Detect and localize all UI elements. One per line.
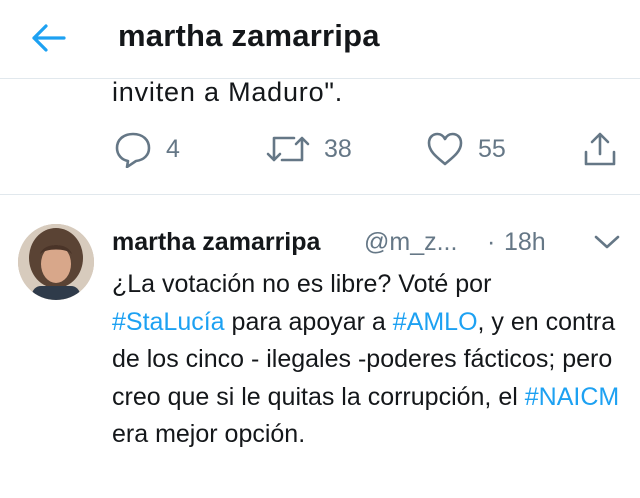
retweet-icon (266, 136, 310, 162)
hashtag-link[interactable]: #AMLO (393, 308, 478, 336)
timestamp[interactable]: 18h (504, 222, 546, 262)
tweet-text-part: para apoyar a (224, 307, 393, 336)
tweet-text-part: era mejor opción. (112, 420, 306, 448)
reply-button[interactable]: 4 (114, 126, 180, 172)
display-name[interactable]: martha zamarripa (112, 222, 320, 262)
avatar[interactable] (18, 224, 94, 300)
like-button[interactable]: 55 (426, 126, 506, 172)
username-handle[interactable]: @m_z... (364, 222, 457, 262)
tweet-header: martha zamarripa @m_z... · 18h (112, 222, 632, 262)
tweet-text-part: ¿La votación no es libre? Voté por (112, 270, 492, 298)
heart-icon (427, 132, 463, 166)
share-icon (584, 132, 616, 166)
header-bar: martha zamarripa (0, 0, 640, 79)
tweet-text: ¿La votación no es libre? Voté por #StaLu… (112, 266, 632, 454)
hashtag-link[interactable]: #StaLucía (112, 308, 225, 336)
like-count: 55 (478, 134, 506, 163)
chevron-down-icon[interactable] (592, 232, 622, 252)
retweet-count: 38 (324, 134, 352, 163)
separator-dot: · (487, 228, 496, 256)
tweet-actions: 4 38 55 (0, 126, 640, 172)
share-button[interactable] (583, 126, 617, 172)
page-title: martha zamarripa (118, 18, 380, 53)
retweet-button[interactable]: 38 (266, 126, 352, 172)
tweet-divider (0, 194, 640, 195)
hashtag-link[interactable]: #NAICM (525, 383, 619, 411)
reply-count: 4 (166, 134, 180, 163)
back-arrow-icon[interactable] (30, 20, 70, 56)
reply-icon (115, 132, 151, 168)
